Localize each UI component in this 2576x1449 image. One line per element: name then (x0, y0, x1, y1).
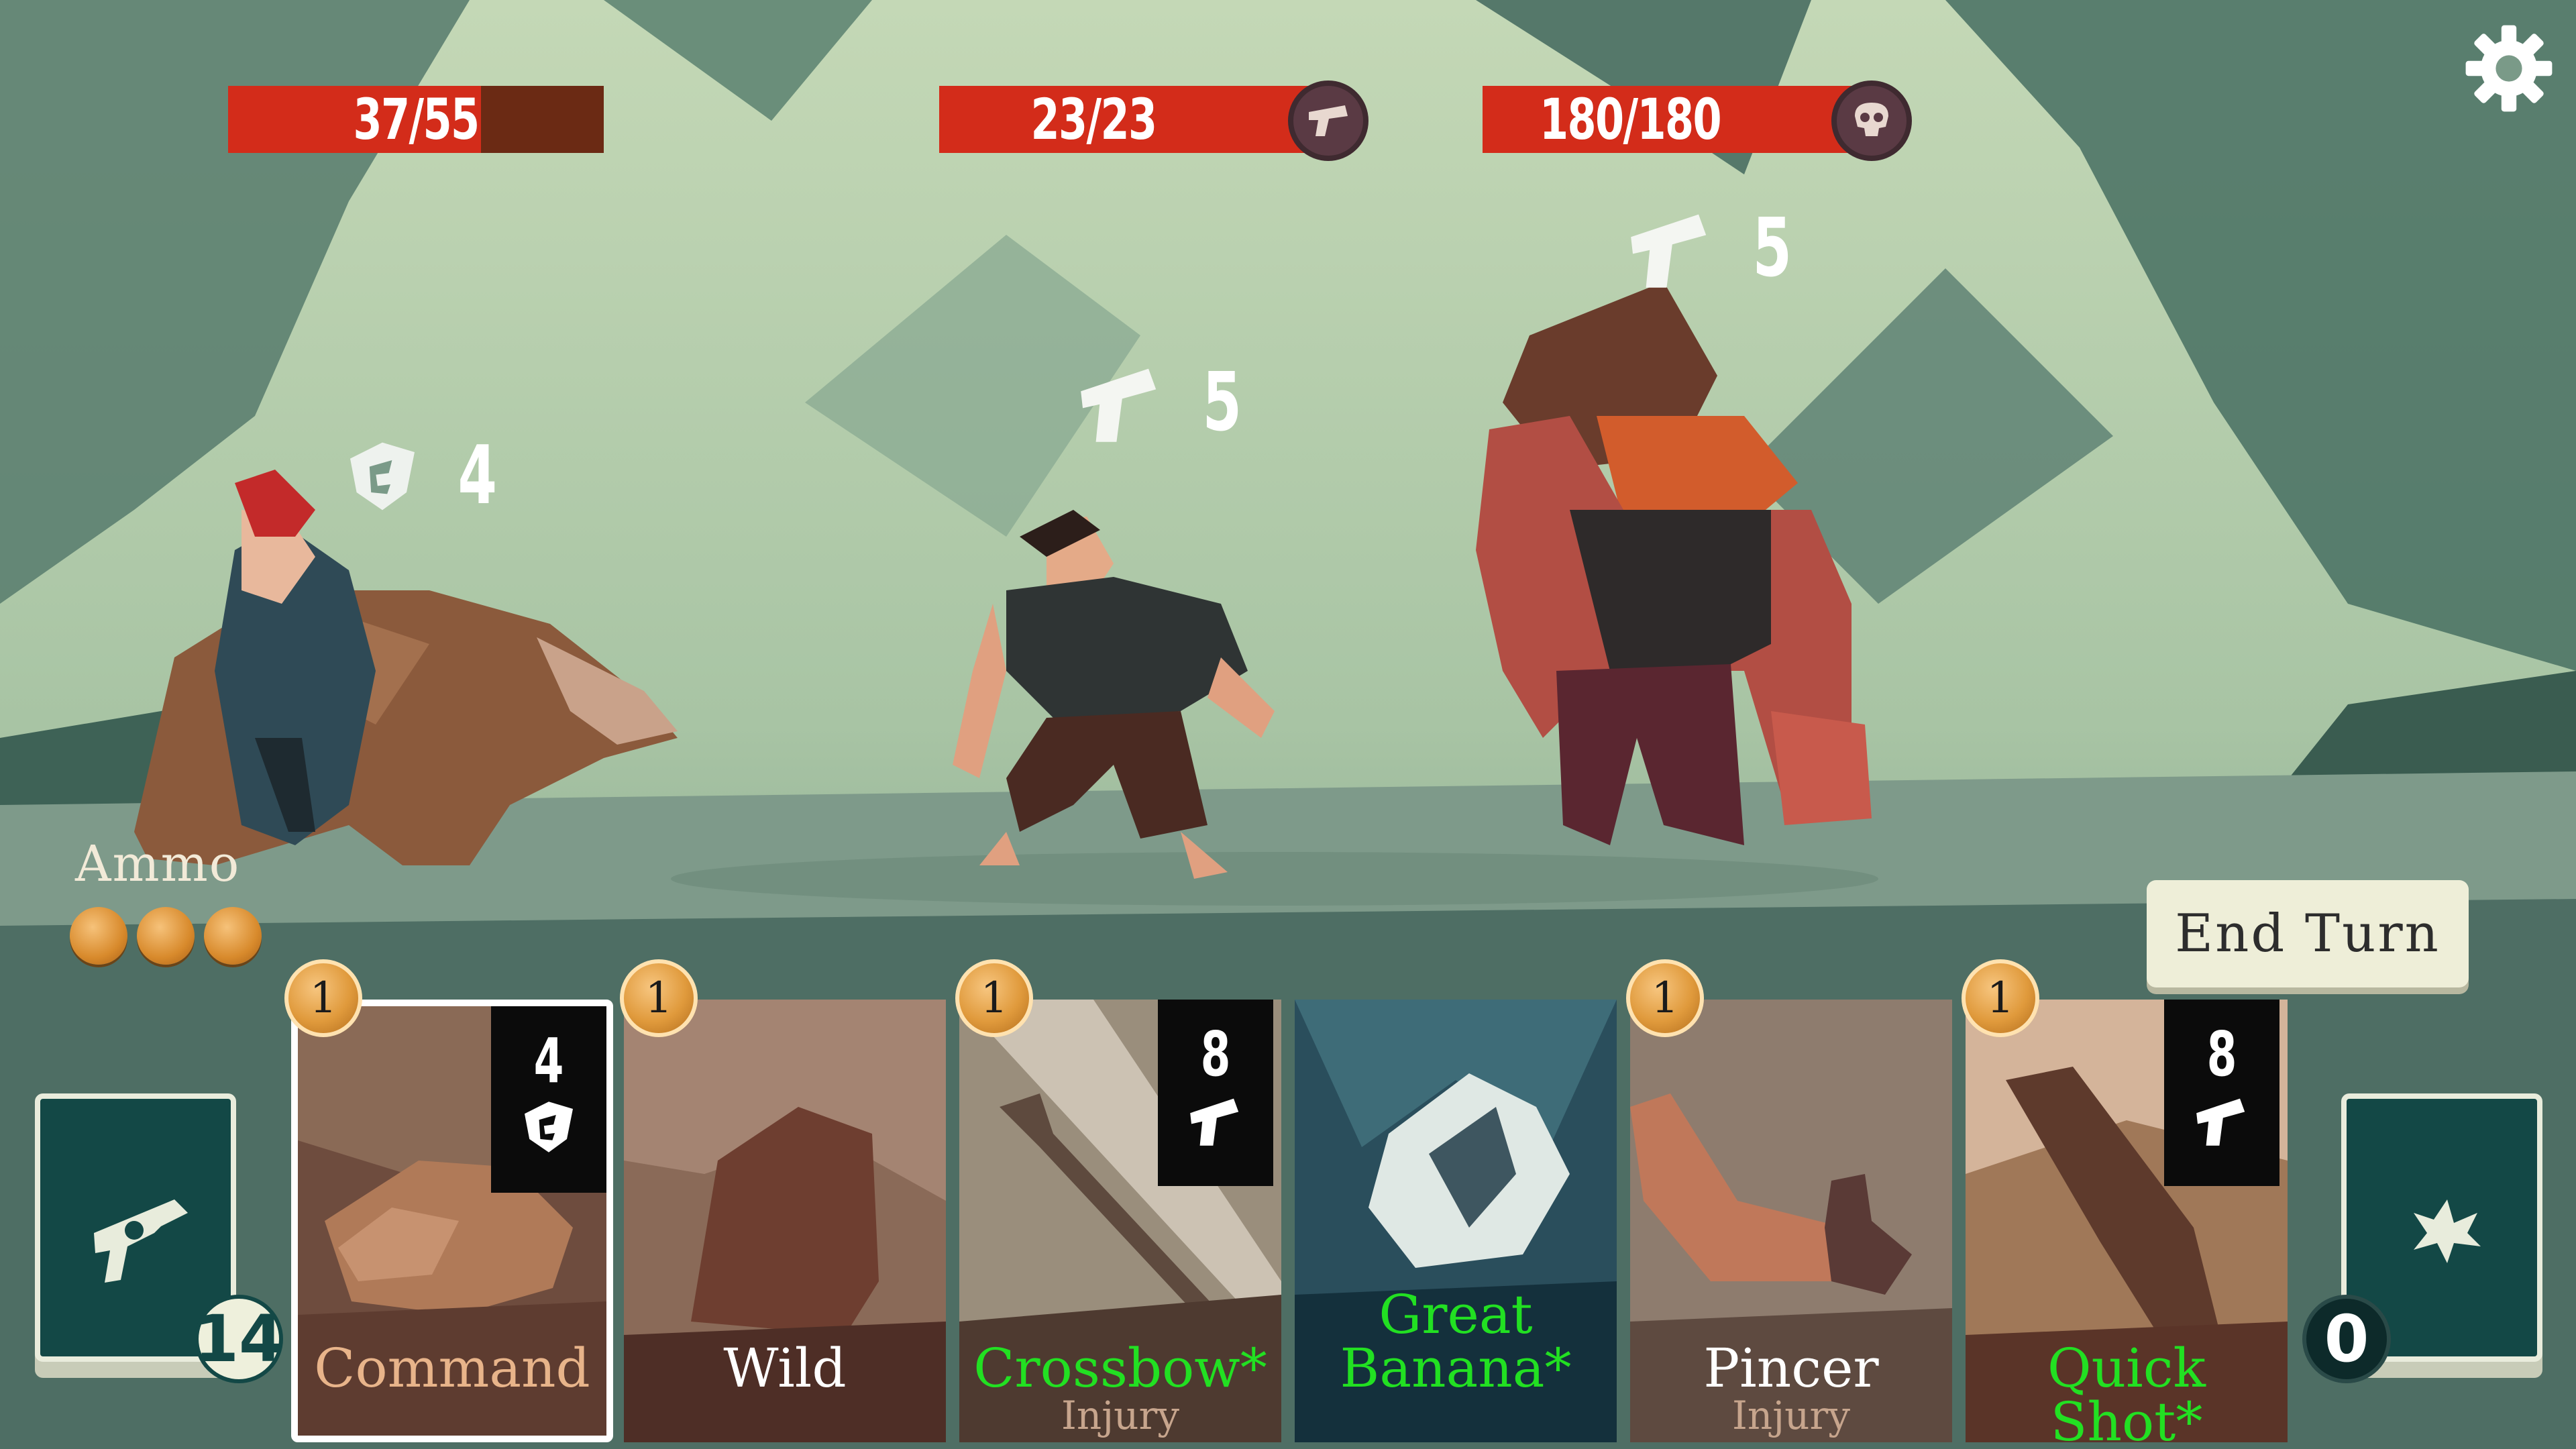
enemy1-hp-bar: 23/23 (939, 86, 1315, 153)
card-cost: 1 (620, 959, 698, 1037)
card-name: Command (314, 1337, 590, 1399)
end-turn-button[interactable]: End Turn (2147, 880, 2469, 987)
shield-icon (350, 442, 415, 510)
enemy1-intent-value: 5 (1202, 356, 1242, 449)
card-value-box: 8 (1158, 1000, 1273, 1186)
ammo-label: Ammo (75, 835, 241, 893)
card-cost: 1 (955, 959, 1033, 1037)
card-name: Quick Shot* (2047, 1337, 2206, 1443)
draw-pile-count: 14 (194, 1295, 284, 1383)
card-cost: 1 (1962, 959, 2039, 1037)
card-crossbow[interactable]: 8 Crossbow* Injury (959, 1000, 1281, 1442)
enemy1-intent: 5 (1073, 356, 1250, 449)
card-value-box: 8 (2164, 1000, 2279, 1186)
card-name: Great (1379, 1283, 1533, 1346)
card-wild[interactable]: Wild (624, 1000, 946, 1442)
card-cost: 1 (1626, 959, 1704, 1037)
player-hp-bar: 37/55 (228, 86, 604, 153)
enemy2-intent-value: 5 (1752, 201, 1792, 295)
card-subtitle: Injury (1731, 1393, 1851, 1438)
card-quick-shot[interactable]: 8 Quick Shot* (1966, 1000, 2288, 1442)
discard-pile-count: 0 (2302, 1295, 2391, 1383)
ammo-coin (137, 907, 195, 965)
enemy2-hp-text: 180/180 (1540, 87, 1722, 152)
card-name: Crossbow* (973, 1337, 1267, 1399)
card-name-line2: Banana* (1340, 1337, 1572, 1399)
card-great-banana[interactable]: Great Banana* (1295, 1000, 1617, 1442)
player-block-value: 4 (458, 429, 497, 523)
card-value: 8 (1200, 1018, 1231, 1090)
ammo-coin (70, 907, 127, 965)
pistol-icon (1190, 1098, 1239, 1146)
shield-icon (525, 1102, 573, 1152)
card-cost: 1 (284, 959, 362, 1037)
player-hp-text: 37/55 (353, 87, 480, 152)
pistol-icon (2196, 1098, 2245, 1146)
card-value-box: 4 (491, 1006, 606, 1193)
pistol-icon (1631, 214, 1707, 288)
card-pincer[interactable]: Pincer Injury (1630, 1000, 1952, 1442)
card-value: 8 (2206, 1018, 2237, 1090)
pistol-icon (1309, 105, 1348, 136)
enemy1-badge[interactable] (1288, 80, 1368, 161)
skull-icon (1855, 103, 1888, 136)
settings-button[interactable] (2462, 21, 2556, 115)
card-command[interactable]: 4 Command (291, 1000, 613, 1442)
pistol-icon (1081, 368, 1157, 442)
card-value: 4 (533, 1025, 564, 1097)
enemy2-intent: 5 (1623, 201, 1801, 295)
enemy2-badge[interactable] (1831, 80, 1912, 161)
card-subtitle: Injury (1061, 1393, 1180, 1438)
enemy1-hp-text: 23/23 (1030, 87, 1158, 152)
player-block-status: 4 (342, 429, 506, 523)
gear-icon (2465, 25, 2553, 112)
ammo-coin (204, 907, 262, 965)
card-name: Pincer (1703, 1337, 1879, 1399)
card-name: Wild (723, 1337, 847, 1399)
enemy2-hp-bar: 180/180 (1483, 86, 1858, 153)
